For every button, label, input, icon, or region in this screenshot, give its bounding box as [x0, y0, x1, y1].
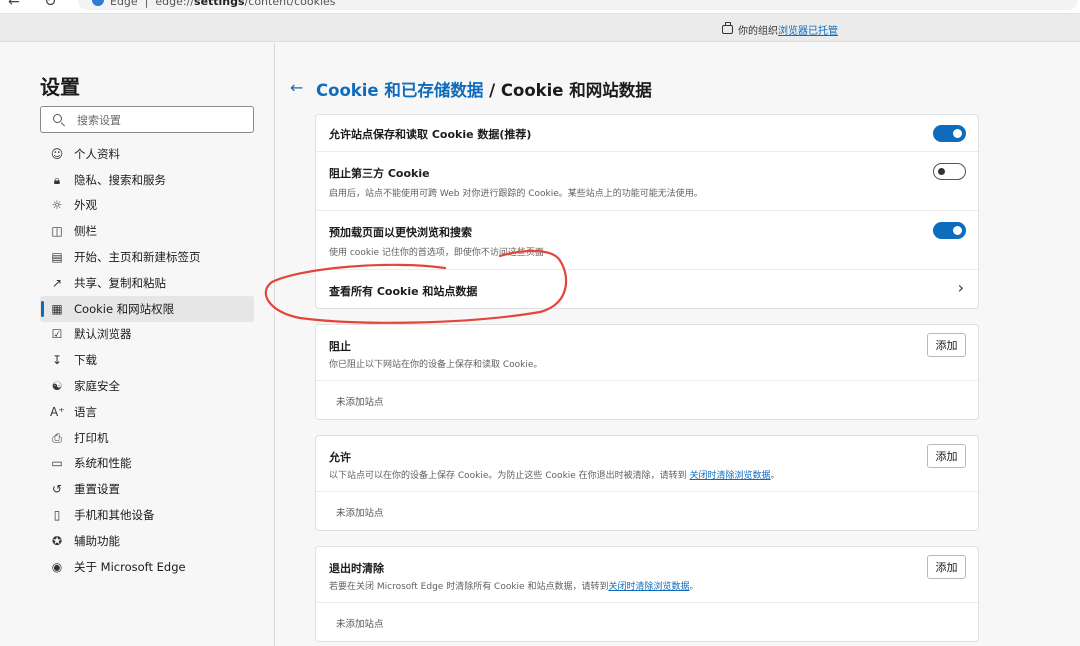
allow-title: 允许 — [329, 451, 351, 464]
back-arrow-icon[interactable]: ← — [290, 78, 303, 97]
sidebar-item-share[interactable]: ↗ 共享、复制和粘贴 — [40, 270, 254, 296]
managed-link[interactable]: 浏览器已托管 — [778, 26, 838, 37]
block-header-row: 阻止 你已阻止以下网站在你的设备上保存和读取 Cookie。 添加 — [316, 325, 978, 381]
block-desc: 你已阻止以下网站在你的设备上保存和读取 Cookie。 — [329, 360, 543, 370]
managed-banner: 你的组织浏览器已托管 — [0, 14, 1080, 42]
chevron-right-icon: › — [957, 278, 964, 297]
sidebar-nav: ☺ 个人资料 🔒︎ 隐私、搜索和服务 ☼ 外观 ◫ 侧栏 ▤ 开始、主页和新建标签页 ↗ 共… — [40, 141, 254, 580]
language-icon: A⁺ — [50, 404, 65, 419]
sidebar-item-appearance[interactable]: ☼ 外观 — [40, 193, 254, 219]
reload-icon[interactable]: ↻ — [44, 0, 57, 10]
cookie-settings-card: 允许站点保存和读取 Cookie 数据(推荐) 阻止第三方 Cookie 启用后… — [315, 114, 979, 309]
phone-icon: ▯ — [53, 508, 61, 523]
laptop-icon: ▭ — [51, 456, 63, 471]
edge-logo-icon: ◉ — [51, 559, 63, 574]
printer-icon: ⎙ — [52, 430, 62, 445]
allow-card: 允许 以下站点可以在你的设备上保存 Cookie。为防止这些 Cookie 在你… — [315, 435, 979, 531]
sidebar-item-privacy[interactable]: 🔒︎ 隐私、搜索和服务 — [40, 167, 254, 193]
accessibility-icon: ✪ — [51, 533, 63, 548]
family-icon: ☯ — [51, 379, 63, 394]
palette-icon: ☼ — [51, 198, 63, 213]
clear-on-exit-empty-row: 未添加站点 — [336, 619, 384, 630]
site-permissions-icon: ▦ — [51, 301, 63, 316]
sidebar-item-default-browser[interactable]: ☑ 默认浏览器 — [40, 322, 254, 348]
preload-toggle[interactable] — [933, 222, 966, 239]
search-icon — [53, 114, 62, 123]
sidebar-item-about[interactable]: ◉ 关于 Microsoft Edge — [40, 554, 254, 580]
clear-on-exit-card: 退出时清除 若要在关闭 Microsoft Edge 时清除所有 Cookie … — [315, 546, 979, 642]
managed-text: 你的组织 — [738, 26, 778, 37]
back-icon[interactable]: ← — [8, 0, 20, 10]
allow-desc: 以下站点可以在你的设备上保存 Cookie。为防止这些 Cookie 在你退出时… — [329, 471, 780, 481]
setting-row-preload: 预加载页面以更快浏览和搜索 使用 cookie 记住你的首选项，即使你不访问这些… — [316, 211, 978, 270]
sidebar-item-phone[interactable]: ▯ 手机和其他设备 — [40, 502, 254, 528]
main-content: ← Cookie 和已存储数据 / Cookie 和网站数据 允许站点保存和读取… — [276, 43, 1080, 646]
clear-on-exit-header-row: 退出时清除 若要在关闭 Microsoft Edge 时清除所有 Cookie … — [316, 547, 978, 603]
settings-sidebar: 设置 ☺个人资料 🔒︎隐私、搜索和服务 ☼外观 ◫侧栏 ▤开始、主页和新建标签页… — [0, 43, 275, 646]
sidebar-item-printers[interactable]: ⎙ 打印机 — [40, 425, 254, 451]
sidebar-item-languages[interactable]: A⁺ 语言 — [40, 399, 254, 425]
clear-on-exit-add-button[interactable]: 添加 — [927, 555, 966, 579]
allow-add-button[interactable]: 添加 — [927, 444, 966, 468]
setting-row-block-third-party: 阻止第三方 Cookie 启用后，站点不能使用可跨 Web 对你进行跟踪的 Co… — [316, 152, 978, 211]
block-title: 阻止 — [329, 340, 351, 353]
sidebar-title: 设置 — [40, 75, 80, 99]
profile-icon: ☺ — [50, 146, 64, 161]
block-empty-row: 未添加站点 — [336, 397, 384, 408]
sidebar-item-profile[interactable]: ☺ 个人资料 — [40, 141, 254, 167]
view-all-cookies-row[interactable]: 查看所有 Cookie 和站点数据 › — [316, 270, 978, 308]
sidebar-item-downloads[interactable]: ↧ 下载 — [40, 347, 254, 373]
sidebar-item-system[interactable]: ▭ 系统和性能 — [40, 451, 254, 477]
sidebar-item-sidebar[interactable]: ◫ 侧栏 — [40, 218, 254, 244]
home-icon: ▤ — [51, 250, 63, 265]
breadcrumb-link[interactable]: Cookie 和已存储数据 — [316, 81, 483, 100]
page-title: Cookie 和已存储数据 / Cookie 和网站数据 — [316, 81, 652, 100]
sidebar-item-cookies[interactable]: ▦ Cookie 和网站权限 — [40, 295, 254, 322]
sidebar-item-family[interactable]: ☯ 家庭安全 — [40, 373, 254, 399]
allow-cookies-toggle[interactable] — [933, 125, 966, 142]
clear-on-exit-title: 退出时清除 — [329, 562, 384, 575]
lock-icon: 🔒︎ — [53, 172, 61, 187]
briefcase-icon — [722, 22, 733, 34]
reset-icon: ↺ — [51, 482, 63, 497]
clear-on-close-link[interactable]: 关闭时清除浏览数据 — [690, 471, 771, 481]
sidebar-item-reset[interactable]: ↺ 重置设置 — [40, 476, 254, 502]
sidebar-item-accessibility[interactable]: ✪ 辅助功能 — [40, 528, 254, 554]
sidebar-item-start-home[interactable]: ▤ 开始、主页和新建标签页 — [40, 244, 254, 270]
search-box[interactable] — [40, 106, 254, 133]
clear-on-exit-desc: 若要在关闭 Microsoft Edge 时清除所有 Cookie 和站点数据，… — [329, 582, 699, 592]
address-bar: ← ↻ Edge | edge://settings/content/cooki… — [0, 0, 1080, 14]
share-icon: ↗ — [51, 275, 63, 290]
block-third-party-toggle[interactable] — [933, 163, 966, 180]
setting-row-allow-cookies: 允许站点保存和读取 Cookie 数据(推荐) — [316, 115, 978, 152]
download-icon: ↧ — [51, 353, 63, 368]
allow-empty-row: 未添加站点 — [336, 508, 384, 519]
default-browser-icon: ☑ — [51, 327, 63, 342]
allow-header-row: 允许 以下站点可以在你的设备上保存 Cookie。为防止这些 Cookie 在你… — [316, 436, 978, 492]
clear-on-close-link[interactable]: 关闭时清除浏览数据 — [608, 582, 689, 592]
sidebar-icon: ◫ — [51, 224, 63, 239]
search-input[interactable] — [77, 111, 247, 129]
block-card: 阻止 你已阻止以下网站在你的设备上保存和读取 Cookie。 添加 未添加站点 — [315, 324, 979, 420]
page-title-text: Cookie 和网站数据 — [500, 81, 652, 100]
url-text[interactable]: Edge | edge://settings/content/cookies — [110, 0, 336, 8]
block-add-button[interactable]: 添加 — [927, 333, 966, 357]
